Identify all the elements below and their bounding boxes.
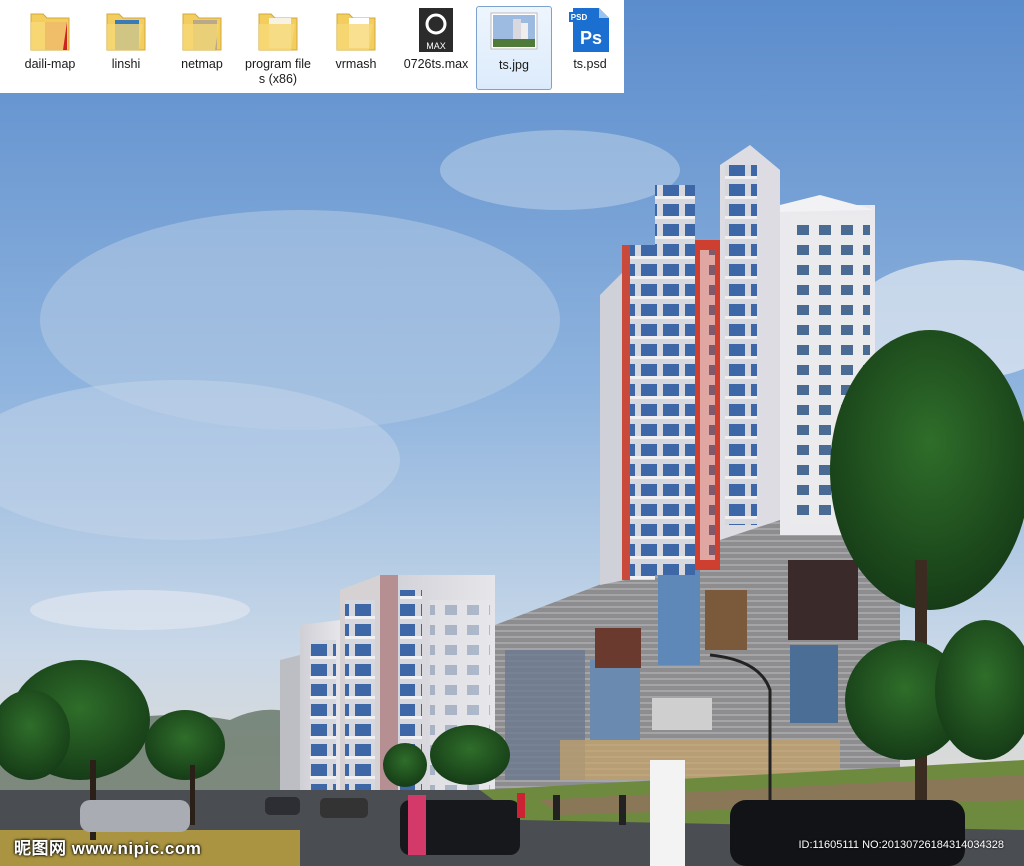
folder-icon xyxy=(182,13,222,51)
psd-icon-text: PSD xyxy=(571,13,588,22)
ps-icon-text: Ps xyxy=(580,28,602,48)
file-item-ts-jpg[interactable]: ts.jpg xyxy=(476,6,552,90)
folder-icon xyxy=(30,13,70,51)
file-label: netmap xyxy=(181,57,223,71)
file-label: ts.psd xyxy=(573,57,607,71)
file-explorer-pane: daili-map linshi netmap program files (x… xyxy=(0,0,624,93)
file-item-vrmash[interactable]: vrmash xyxy=(318,6,394,90)
file-item-netmap[interactable]: netmap xyxy=(164,6,240,90)
file-label: ts.jpg xyxy=(499,58,529,72)
folder-icon xyxy=(336,13,376,51)
3dsmax-file-icon: MAX xyxy=(419,8,453,52)
watermark-site: 昵图网 www.nipic.com xyxy=(14,839,202,858)
photoshop-file-icon: PSD Ps xyxy=(569,8,609,52)
file-item-0726ts-max[interactable]: MAX 0726ts.max xyxy=(398,6,474,90)
file-item-ts-psd[interactable]: PSD Ps ts.psd xyxy=(552,6,628,90)
file-label: 0726ts.max xyxy=(403,57,469,71)
file-item-program-files-x86[interactable]: program files (x86) xyxy=(240,6,316,90)
file-label: vrmash xyxy=(335,57,377,71)
folder-icon xyxy=(106,13,146,51)
file-item-linshi[interactable]: linshi xyxy=(88,6,164,90)
file-label: program files (x86) xyxy=(245,57,311,86)
file-label: daili-map xyxy=(24,57,76,71)
file-label: linshi xyxy=(111,57,141,71)
folder-icon xyxy=(258,13,298,51)
image-file-icon xyxy=(490,12,538,50)
watermark-id: ID:11605111 NO:20130726184314034328 xyxy=(798,839,1004,851)
architectural-rendering xyxy=(0,0,1024,866)
file-item-daili-map[interactable]: daili-map xyxy=(12,6,88,90)
max-icon-text: MAX xyxy=(426,41,446,51)
